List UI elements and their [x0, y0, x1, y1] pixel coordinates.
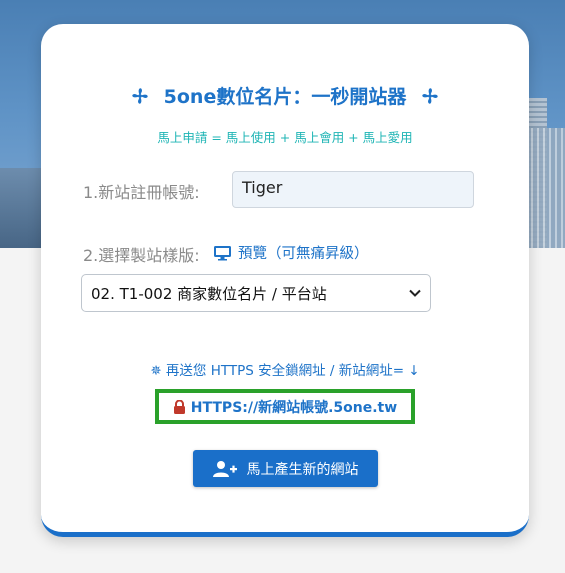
site-account-label: 1.新站註冊帳號: — [83, 183, 200, 202]
signup-card: 5one數位名片：一秒開站器 馬上申請 = 馬上使用 + 馬上會用 + 馬上愛用… — [41, 24, 529, 537]
template-select-value: 02. T1-002 商家數位名片 / 平台站 — [91, 284, 327, 303]
page-title: 5one數位名片：一秒開站器 — [163, 86, 407, 108]
sparkle-icon: ✵ — [150, 363, 166, 379]
monitor-icon — [214, 245, 231, 260]
create-site-button-label: 馬上產生新的網站 — [246, 461, 359, 478]
site-account-input[interactable]: Tiger — [232, 171, 474, 208]
page-subtitle: 馬上申請 = 馬上使用 + 馬上會用 + 馬上愛用 — [157, 130, 413, 145]
https-url-link[interactable]: HTTPS://新網站帳號.5one.tw — [155, 389, 415, 424]
template-select[interactable]: 02. T1-002 商家數位名片 / 平台站 — [81, 274, 431, 312]
https-note-row: ✵ 再送您 HTTPS 安全鎖網址 / 新站網址= ↓ — [41, 359, 529, 379]
fan-icon — [422, 87, 439, 104]
preview-link[interactable]: 預覽（可無痛昇級） — [213, 242, 369, 263]
add-user-icon — [212, 460, 237, 477]
template-label: 2.選擇製站樣版: — [83, 246, 200, 265]
create-site-button[interactable]: 馬上產生新的網站 — [193, 450, 378, 487]
https-url: HTTPS://新網站帳號.5one.tw — [190, 399, 398, 416]
preview-link-label: 預覽（可無痛昇級） — [238, 246, 369, 262]
chevron-down-icon — [409, 289, 421, 297]
lock-icon — [173, 399, 185, 414]
page-title-row: 5one數位名片：一秒開站器 — [41, 82, 529, 109]
https-note: 再送您 HTTPS 安全鎖網址 / 新站網址= ↓ — [165, 363, 420, 379]
fan-icon — [131, 87, 148, 104]
